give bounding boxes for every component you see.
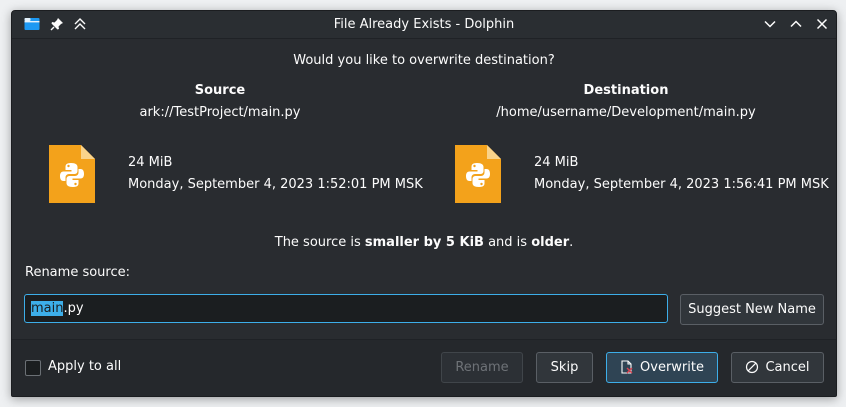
- rename-rest-text: .py: [63, 301, 84, 316]
- comparison-summary: The source is smaller by 5 KiB and is ol…: [12, 235, 836, 250]
- source-info: 24 MiB Monday, September 4, 2023 1:52:01…: [128, 152, 423, 196]
- chevron-down-icon[interactable]: [762, 16, 778, 32]
- destination-modified: Monday, September 4, 2023 1:56:41 PM MSK: [534, 177, 829, 192]
- close-icon[interactable]: [814, 16, 830, 32]
- dialog-content: Would you like to overwrite destination?…: [12, 39, 836, 396]
- window-title: File Already Exists - Dolphin: [333, 17, 515, 32]
- skip-button[interactable]: Skip: [536, 352, 593, 383]
- source-path: ark://TestProject/main.py: [139, 105, 301, 120]
- destination-heading: Destination: [583, 83, 669, 98]
- rename-selected-text: main: [31, 301, 64, 316]
- cancel-label: Cancel: [765, 360, 810, 375]
- dialog-footer: Apply to all Rename Skip Overwrite Cance…: [12, 339, 836, 396]
- overwrite-label: Overwrite: [640, 360, 704, 375]
- summary-size-diff: smaller by 5 KiB: [364, 235, 484, 250]
- document-overwrite-icon: [621, 359, 633, 374]
- python-file-icon: [455, 145, 501, 203]
- apply-to-all-label[interactable]: Apply to all: [48, 359, 121, 374]
- rename-source-label: Rename source:: [25, 265, 130, 280]
- dialog-window: File Already Exists - Dolphin Would you …: [11, 10, 837, 397]
- source-size: 24 MiB: [128, 155, 173, 170]
- chevron-up-icon[interactable]: [788, 16, 804, 32]
- titlebar[interactable]: File Already Exists - Dolphin: [12, 11, 836, 39]
- summary-age: older: [531, 235, 570, 250]
- cancel-button[interactable]: Cancel: [731, 352, 824, 383]
- summary-prefix: The source is: [274, 235, 365, 250]
- source-modified: Monday, September 4, 2023 1:52:01 PM MSK: [128, 177, 423, 192]
- summary-suffix: .: [569, 235, 574, 250]
- destination-size: 24 MiB: [534, 155, 579, 170]
- cancel-icon: [746, 360, 759, 373]
- overwrite-question: Would you like to overwrite destination?: [293, 53, 555, 68]
- destination-info: 24 MiB Monday, September 4, 2023 1:56:41…: [534, 152, 829, 196]
- summary-middle: and is: [483, 235, 532, 250]
- source-heading: Source: [194, 83, 246, 98]
- rename-input[interactable]: main.py: [24, 294, 668, 323]
- apply-to-all-checkbox[interactable]: [25, 360, 41, 376]
- destination-path: /home/username/Development/main.py: [496, 105, 756, 120]
- overwrite-button[interactable]: Overwrite: [606, 352, 718, 383]
- suggest-new-name-button[interactable]: Suggest New Name: [680, 294, 824, 325]
- python-file-icon: [49, 145, 95, 203]
- rename-button[interactable]: Rename: [441, 352, 523, 383]
